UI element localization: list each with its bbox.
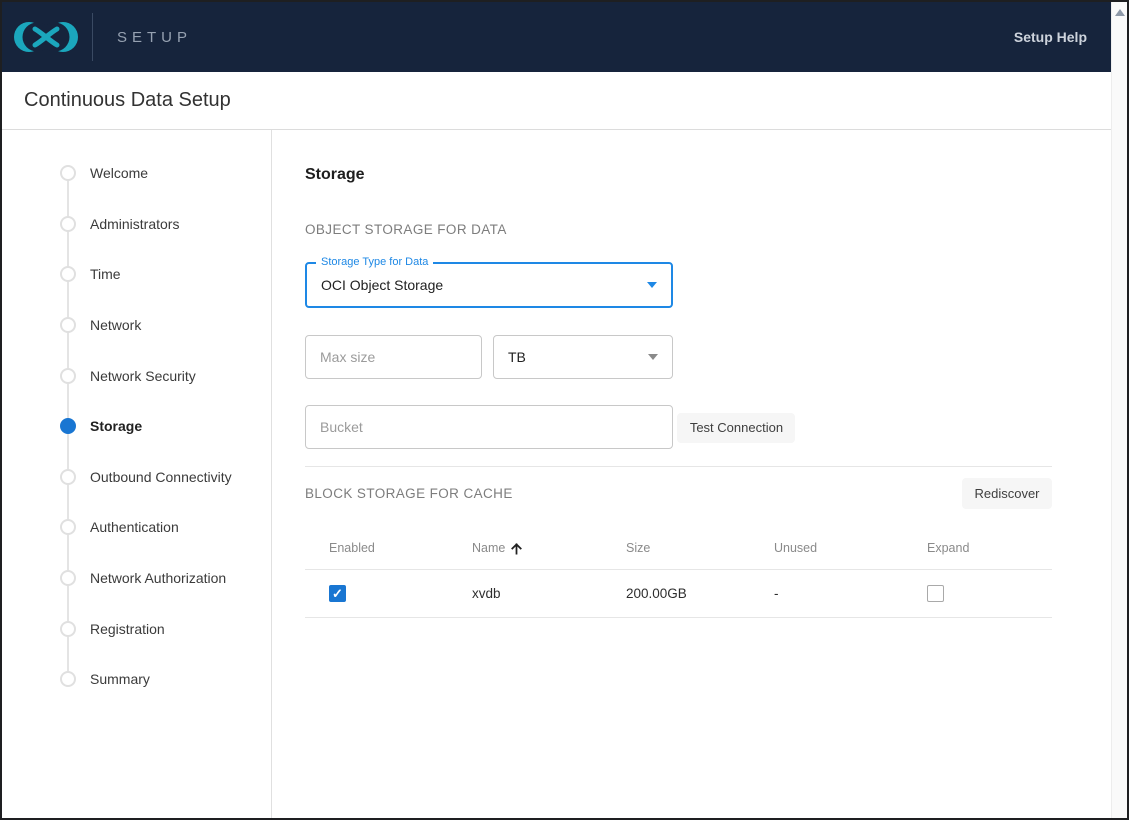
storage-type-select[interactable]: Storage Type for Data OCI Object Storage xyxy=(305,256,673,308)
step-heading: Storage xyxy=(305,166,365,183)
step-circle-icon xyxy=(60,620,76,637)
step-circle-icon xyxy=(60,317,76,334)
table-row: xvdb 200.00GB - xyxy=(305,569,1052,618)
delphix-logo-icon xyxy=(14,22,78,52)
table-header-row: Enabled Name Size Unused Expand xyxy=(305,523,1052,570)
col-header-enabled[interactable]: Enabled xyxy=(305,523,448,570)
storage-step-panel: Storage OBJECT STORAGE FOR DATA Storage … xyxy=(272,130,1111,818)
enabled-checkbox[interactable] xyxy=(329,585,346,602)
step-circle-icon xyxy=(60,519,76,536)
setup-stepper-sidebar: Welcome Administrators Time Network Netw… xyxy=(2,130,272,818)
step-circle-icon xyxy=(60,165,76,182)
object-storage-section: OBJECT STORAGE FOR DATA Storage Type for… xyxy=(305,222,1111,449)
app-window: SETUP Setup Help Continuous Data Setup W… xyxy=(0,0,1129,820)
max-size-input[interactable] xyxy=(305,335,482,379)
sidebar-item-authentication[interactable]: Authentication xyxy=(2,502,271,553)
title-bar: Continuous Data Setup xyxy=(2,72,1111,130)
sidebar-item-time[interactable]: Time xyxy=(2,249,271,300)
col-header-name[interactable]: Name xyxy=(448,523,602,570)
setup-help-link[interactable]: Setup Help xyxy=(1014,29,1087,45)
device-unused-cell: - xyxy=(750,569,903,618)
product-name: SETUP xyxy=(117,28,193,46)
scroll-up-arrow-icon[interactable] xyxy=(1114,9,1125,16)
chevron-down-icon xyxy=(648,354,658,360)
vertical-scrollbar[interactable] xyxy=(1111,2,1127,818)
size-unit-value: TB xyxy=(508,349,526,365)
sort-ascending-icon xyxy=(511,542,523,554)
sidebar-item-network-security[interactable]: Network Security xyxy=(2,350,271,401)
rediscover-button[interactable]: Rediscover xyxy=(962,478,1052,509)
chevron-down-icon xyxy=(647,282,657,288)
sidebar-item-administrators[interactable]: Administrators xyxy=(2,199,271,250)
block-storage-section-title: BLOCK STORAGE FOR CACHE xyxy=(305,486,513,501)
step-circle-icon xyxy=(60,266,76,283)
section-divider xyxy=(305,466,1052,467)
size-unit-select[interactable]: TB xyxy=(493,335,673,379)
test-connection-button[interactable]: Test Connection xyxy=(677,412,796,443)
step-circle-active-icon xyxy=(60,418,76,435)
sidebar-item-network[interactable]: Network xyxy=(2,300,271,351)
page-title: Continuous Data Setup xyxy=(24,89,231,111)
block-devices-table: Enabled Name Size Unused Expand ✓ xvdb 2… xyxy=(305,523,1052,618)
step-circle-icon xyxy=(60,215,76,232)
sidebar-item-storage[interactable]: Storage xyxy=(2,401,271,452)
step-circle-icon xyxy=(60,570,76,587)
device-size-cell: 200.00GB xyxy=(602,569,750,618)
app-header: SETUP Setup Help xyxy=(2,2,1111,72)
device-name-cell: xvdb xyxy=(448,569,602,618)
sidebar-item-outbound-connectivity[interactable]: Outbound Connectivity xyxy=(2,452,271,503)
sidebar-item-welcome[interactable]: Welcome xyxy=(2,148,271,199)
block-storage-section: BLOCK STORAGE FOR CACHE Rediscover Enabl… xyxy=(305,478,1111,618)
sidebar-item-network-authorization[interactable]: Network Authorization xyxy=(2,553,271,604)
storage-type-label: Storage Type for Data xyxy=(316,256,434,269)
bucket-input[interactable] xyxy=(305,405,673,449)
step-circle-icon xyxy=(60,367,76,384)
stepper-list: Welcome Administrators Time Network Netw… xyxy=(2,148,271,705)
sidebar-item-registration[interactable]: Registration xyxy=(2,603,271,654)
col-header-expand[interactable]: Expand xyxy=(903,523,1052,570)
col-header-size[interactable]: Size xyxy=(602,523,750,570)
step-circle-icon xyxy=(60,468,76,485)
object-storage-section-title: OBJECT STORAGE FOR DATA xyxy=(305,222,507,237)
header-divider xyxy=(92,13,93,61)
col-header-unused[interactable]: Unused xyxy=(750,523,903,570)
storage-type-value: OCI Object Storage xyxy=(321,277,444,293)
sidebar-item-summary[interactable]: Summary xyxy=(2,654,271,705)
step-circle-icon xyxy=(60,671,76,688)
expand-checkbox[interactable] xyxy=(927,585,944,602)
